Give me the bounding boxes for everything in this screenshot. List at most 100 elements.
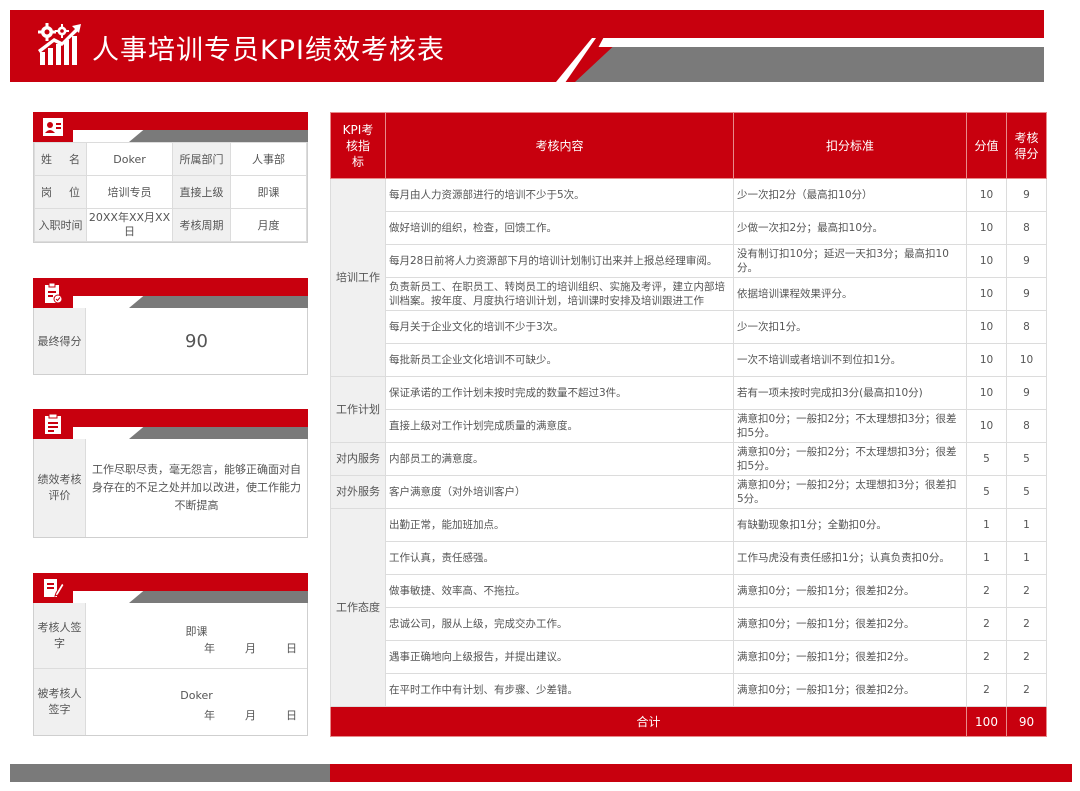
clipboard-list-icon bbox=[33, 409, 73, 439]
kpi-criteria: 满意扣0分；一般扣1分；很差扣2分。 bbox=[733, 640, 967, 674]
kpi-score: 8 bbox=[1006, 409, 1047, 443]
final-score-label: 最终得分 bbox=[34, 308, 86, 374]
kpi-score: 2 bbox=[1006, 640, 1047, 674]
table-row: 每批新员工企业文化培训不可缺少。 一次不培训或者培训不到位扣1分。 10 10 bbox=[331, 343, 1047, 377]
label: 所属部门 bbox=[172, 142, 231, 176]
kpi-points: 10 bbox=[966, 244, 1007, 278]
day-label: 日 bbox=[286, 709, 297, 722]
table-row: 做好培训的组织，检查，回馈工作。 少做一次扣2分；最高扣10分。 10 8 bbox=[331, 211, 1047, 245]
col-header-points: 分值 bbox=[966, 112, 1007, 179]
total-label: 合计 bbox=[330, 706, 967, 737]
kpi-score: 5 bbox=[1006, 442, 1047, 476]
kpi-points: 2 bbox=[966, 640, 1007, 674]
kpi-points: 10 bbox=[966, 178, 1007, 212]
table-row: 在平时工作中有计划、有步骤、少差错。 满意扣0分；一般扣1分；很差扣2分。 2 2 bbox=[331, 673, 1047, 707]
table-row: 对内服务 内部员工的满意度。 满意扣0分；一般扣2分；不太理想扣3分；很差扣5分。 5… bbox=[330, 442, 1047, 476]
evaluation-card: 绩效考核评价 工作尽职尽责，毫无怨言，能够正确面对自身存在的不足之处并加以改进，… bbox=[33, 409, 308, 538]
assessee-label: 被考核人签字 bbox=[34, 669, 86, 735]
label: 入职时间 bbox=[34, 208, 87, 242]
kpi-points: 10 bbox=[966, 376, 1007, 410]
footer-bar-gray bbox=[10, 764, 330, 782]
label: 姓 bbox=[41, 153, 52, 166]
kpi-content: 直接上级对工作计划完成质量的满意度。 bbox=[385, 409, 734, 443]
kpi-points: 1 bbox=[966, 541, 1007, 575]
kpi-content: 保证承诺的工作计划未按时完成的数量不超过3件。 bbox=[385, 376, 734, 410]
kpi-content: 客户满意度（对外培训客户） bbox=[385, 475, 734, 509]
total-score: 90 bbox=[1006, 706, 1047, 737]
kpi-score: 9 bbox=[1006, 277, 1047, 311]
kpi-criteria: 满意扣0分；一般扣1分；很差扣2分。 bbox=[733, 607, 967, 641]
table-row: 工作态度 出勤正常，能加班加点。 有缺勤现象扣1分；全勤扣0分。 1 1 bbox=[330, 508, 1047, 707]
kpi-score: 8 bbox=[1006, 310, 1047, 344]
month-label: 月 bbox=[245, 709, 256, 722]
period-value: 月度 bbox=[230, 208, 307, 242]
assessor-date: 年 月 日 bbox=[204, 640, 297, 656]
kpi-points: 5 bbox=[966, 442, 1007, 476]
kpi-score: 1 bbox=[1006, 541, 1047, 575]
kpi-points: 5 bbox=[966, 475, 1007, 509]
kpi-criteria: 满意扣0分；一般扣2分；太理想扣3分；很差扣5分。 bbox=[733, 475, 967, 509]
kpi-criteria: 满意扣0分；一般扣2分；不太理想扣3分；很差扣5分。 bbox=[733, 442, 967, 476]
card-header bbox=[33, 573, 308, 603]
assessee-name: Doker bbox=[180, 689, 213, 702]
kpi-criteria: 若有一项未按时完成扣3分(最高扣10分) bbox=[733, 376, 967, 410]
kpi-score: 9 bbox=[1006, 376, 1047, 410]
col-header-score: 考核得分 bbox=[1006, 112, 1047, 179]
total-points: 100 bbox=[966, 706, 1007, 737]
page-title: 人事培训专员KPI绩效考核表 bbox=[92, 35, 445, 66]
kpi-score: 5 bbox=[1006, 475, 1047, 509]
kpi-content: 内部员工的满意度。 bbox=[385, 442, 734, 476]
table-row: 负责新员工、在职员工、转岗员工的培训组织、实施及考评，建立内部培训档案。按年度、… bbox=[331, 277, 1047, 311]
kpi-header-row: KPI考核指标 考核内容 扣分标准 分值 考核得分 bbox=[330, 112, 1047, 179]
year-label: 年 bbox=[204, 709, 215, 722]
final-score-value: 90 bbox=[185, 330, 208, 352]
evaluation-text: 工作尽职尽责，毫无怨言，能够正确面对自身存在的不足之处并加以改进，使工作能力不断… bbox=[92, 463, 301, 512]
col-header-content: 考核内容 bbox=[385, 112, 734, 179]
card-header bbox=[33, 112, 308, 142]
kpi-content: 做事敏捷、效率高、不拖拉。 bbox=[385, 574, 734, 608]
kpi-content: 每月关于企业文化的培训不少于3次。 bbox=[385, 310, 734, 344]
assessor-name: 即课 bbox=[185, 625, 208, 638]
kpi-content: 每批新员工企业文化培训不可缺少。 bbox=[385, 343, 734, 377]
table-row: 每月28日前将人力资源部下月的培训计划制订出来并上报总经理审阅。 没有制订扣10分… bbox=[331, 244, 1047, 278]
table-row: 每月关于企业文化的培训不少于3次。 少一次扣1分。 10 8 bbox=[331, 310, 1047, 344]
document-pen-icon bbox=[33, 573, 73, 603]
month-label: 月 bbox=[245, 642, 256, 655]
kpi-content: 在平时工作中有计划、有步骤、少差错。 bbox=[385, 673, 734, 707]
kpi-score: 2 bbox=[1006, 574, 1047, 608]
kpi-content: 每月由人力资源部进行的培训不少于5次。 bbox=[385, 178, 734, 212]
assessor-signature-row: 考核人签字 即课 年 月 日 bbox=[34, 603, 307, 669]
table-row: 培训工作 每月由人力资源部进行的培训不少于5次。 少一次扣2分（最高扣10分） 10 9 bbox=[330, 178, 1047, 377]
col-header-indicator: KPI考核指标 bbox=[330, 112, 386, 179]
table-row: 工作计划 保证承诺的工作计划未按时完成的数量不超过3件。 若有一项未按时完成扣3分(… bbox=[330, 376, 1047, 443]
signature-card: 考核人签字 即课 年 月 日 被考核人签字 Doker 年 月 日 bbox=[33, 573, 308, 736]
label: 直接上级 bbox=[172, 175, 231, 209]
kpi-content: 负责新员工、在职员工、转岗员工的培训组织、实施及考评，建立内部培训档案。按年度、… bbox=[385, 277, 734, 311]
kpi-score: 9 bbox=[1006, 178, 1047, 212]
kpi-criteria: 没有制订扣10分；延迟一天扣3分；最高扣10分。 bbox=[733, 244, 967, 278]
label: 考核周期 bbox=[172, 208, 231, 242]
entry-date-value: 20XX年XX月XX日 bbox=[86, 208, 173, 242]
kpi-criteria: 少一次扣1分。 bbox=[733, 310, 967, 344]
evaluation-label: 绩效考核评价 bbox=[34, 439, 86, 537]
table-row: 做事敏捷、效率高、不拖拉。 满意扣0分；一般扣1分；很差扣2分。 2 2 bbox=[331, 574, 1047, 608]
clipboard-check-icon bbox=[33, 278, 73, 308]
kpi-content: 忠诚公司，服从上级，完成交办工作。 bbox=[385, 607, 734, 641]
kpi-points: 1 bbox=[966, 508, 1007, 542]
kpi-criteria: 少做一次扣2分；最高扣10分。 bbox=[733, 211, 967, 245]
final-score-card: 最终得分 90 bbox=[33, 278, 308, 375]
kpi-points: 2 bbox=[966, 574, 1007, 608]
kpi-total-row: 合计 100 90 bbox=[330, 706, 1047, 737]
day-label: 日 bbox=[286, 642, 297, 655]
kpi-content: 工作认真，责任感强。 bbox=[385, 541, 734, 575]
card-header bbox=[33, 409, 308, 439]
kpi-score: 2 bbox=[1006, 607, 1047, 641]
col-header-criteria: 扣分标准 bbox=[733, 112, 967, 179]
kpi-score: 2 bbox=[1006, 673, 1047, 707]
kpi-category: 对外服务 bbox=[330, 475, 386, 509]
kpi-criteria: 有缺勤现象扣1分；全勤扣0分。 bbox=[733, 508, 967, 542]
kpi-points: 2 bbox=[966, 607, 1007, 641]
user-card-icon bbox=[33, 112, 73, 142]
kpi-body: 培训工作 每月由人力资源部进行的培训不少于5次。 少一次扣2分（最高扣10分） 10 9… bbox=[330, 178, 1047, 707]
kpi-category: 对内服务 bbox=[330, 442, 386, 476]
